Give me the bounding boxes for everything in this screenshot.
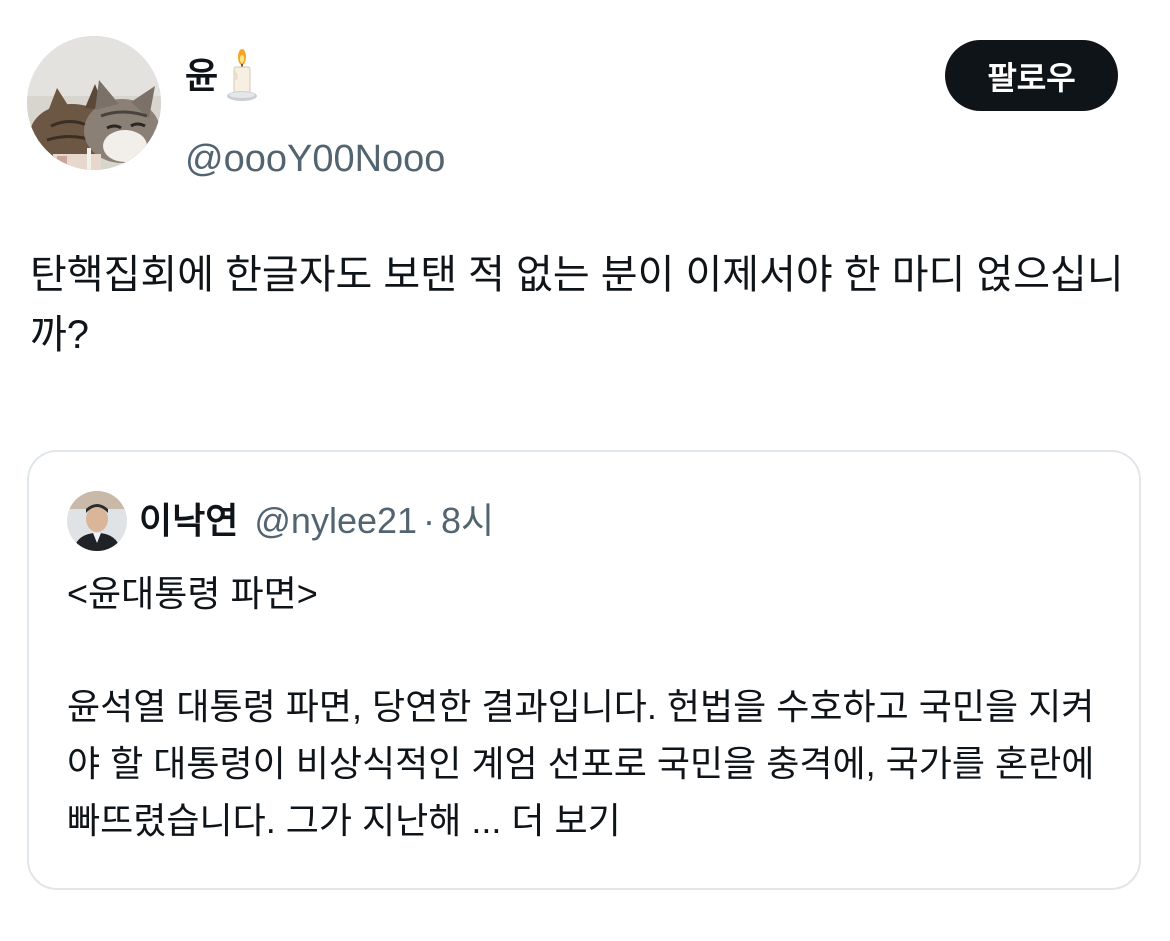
display-name-row: 윤 (185, 46, 262, 106)
quoted-author-handle[interactable]: @nylee21 (254, 503, 417, 539)
quoted-tweet-header: 이낙연 @nylee21 · 8시 (67, 489, 494, 553)
quoted-author-display-name[interactable]: 이낙연 (139, 503, 238, 539)
author-display-name[interactable]: 윤 (185, 58, 218, 94)
author-handle[interactable]: @oooY00Nooo (185, 140, 445, 178)
quoted-meta-separator: · (423, 500, 436, 541)
cat-avatar-image (27, 36, 161, 170)
candle-icon (222, 48, 262, 104)
person-avatar-image (67, 491, 127, 551)
author-avatar[interactable] (27, 36, 161, 170)
quoted-tweet-timestamp[interactable]: 8시 (441, 503, 494, 539)
tweet-text: 탄핵집회에 한글자도 보탠 적 없는 분이 이제서야 한 마디 얹으십니까? (30, 253, 1124, 357)
quoted-tweet-ellipsis: ... (461, 800, 502, 841)
show-more-link[interactable]: 더 보기 (511, 800, 620, 841)
quoted-tweet-title: <윤대통령 파면> (67, 573, 318, 614)
tweet-header: 윤 @oooY00Nooo 팔로우 (27, 36, 1143, 178)
quoted-tweet-card[interactable]: 이낙연 @nylee21 · 8시 <윤대통령 파면> 윤석열 대통령 파면, … (27, 450, 1141, 890)
follow-button[interactable]: 팔로우 (945, 40, 1118, 111)
quoted-tweet-body: 윤석열 대통령 파면, 당연한 결과입니다. 헌법을 수호하고 국민을 지켜야 … (67, 678, 1107, 849)
quoted-author-avatar[interactable] (67, 491, 127, 551)
